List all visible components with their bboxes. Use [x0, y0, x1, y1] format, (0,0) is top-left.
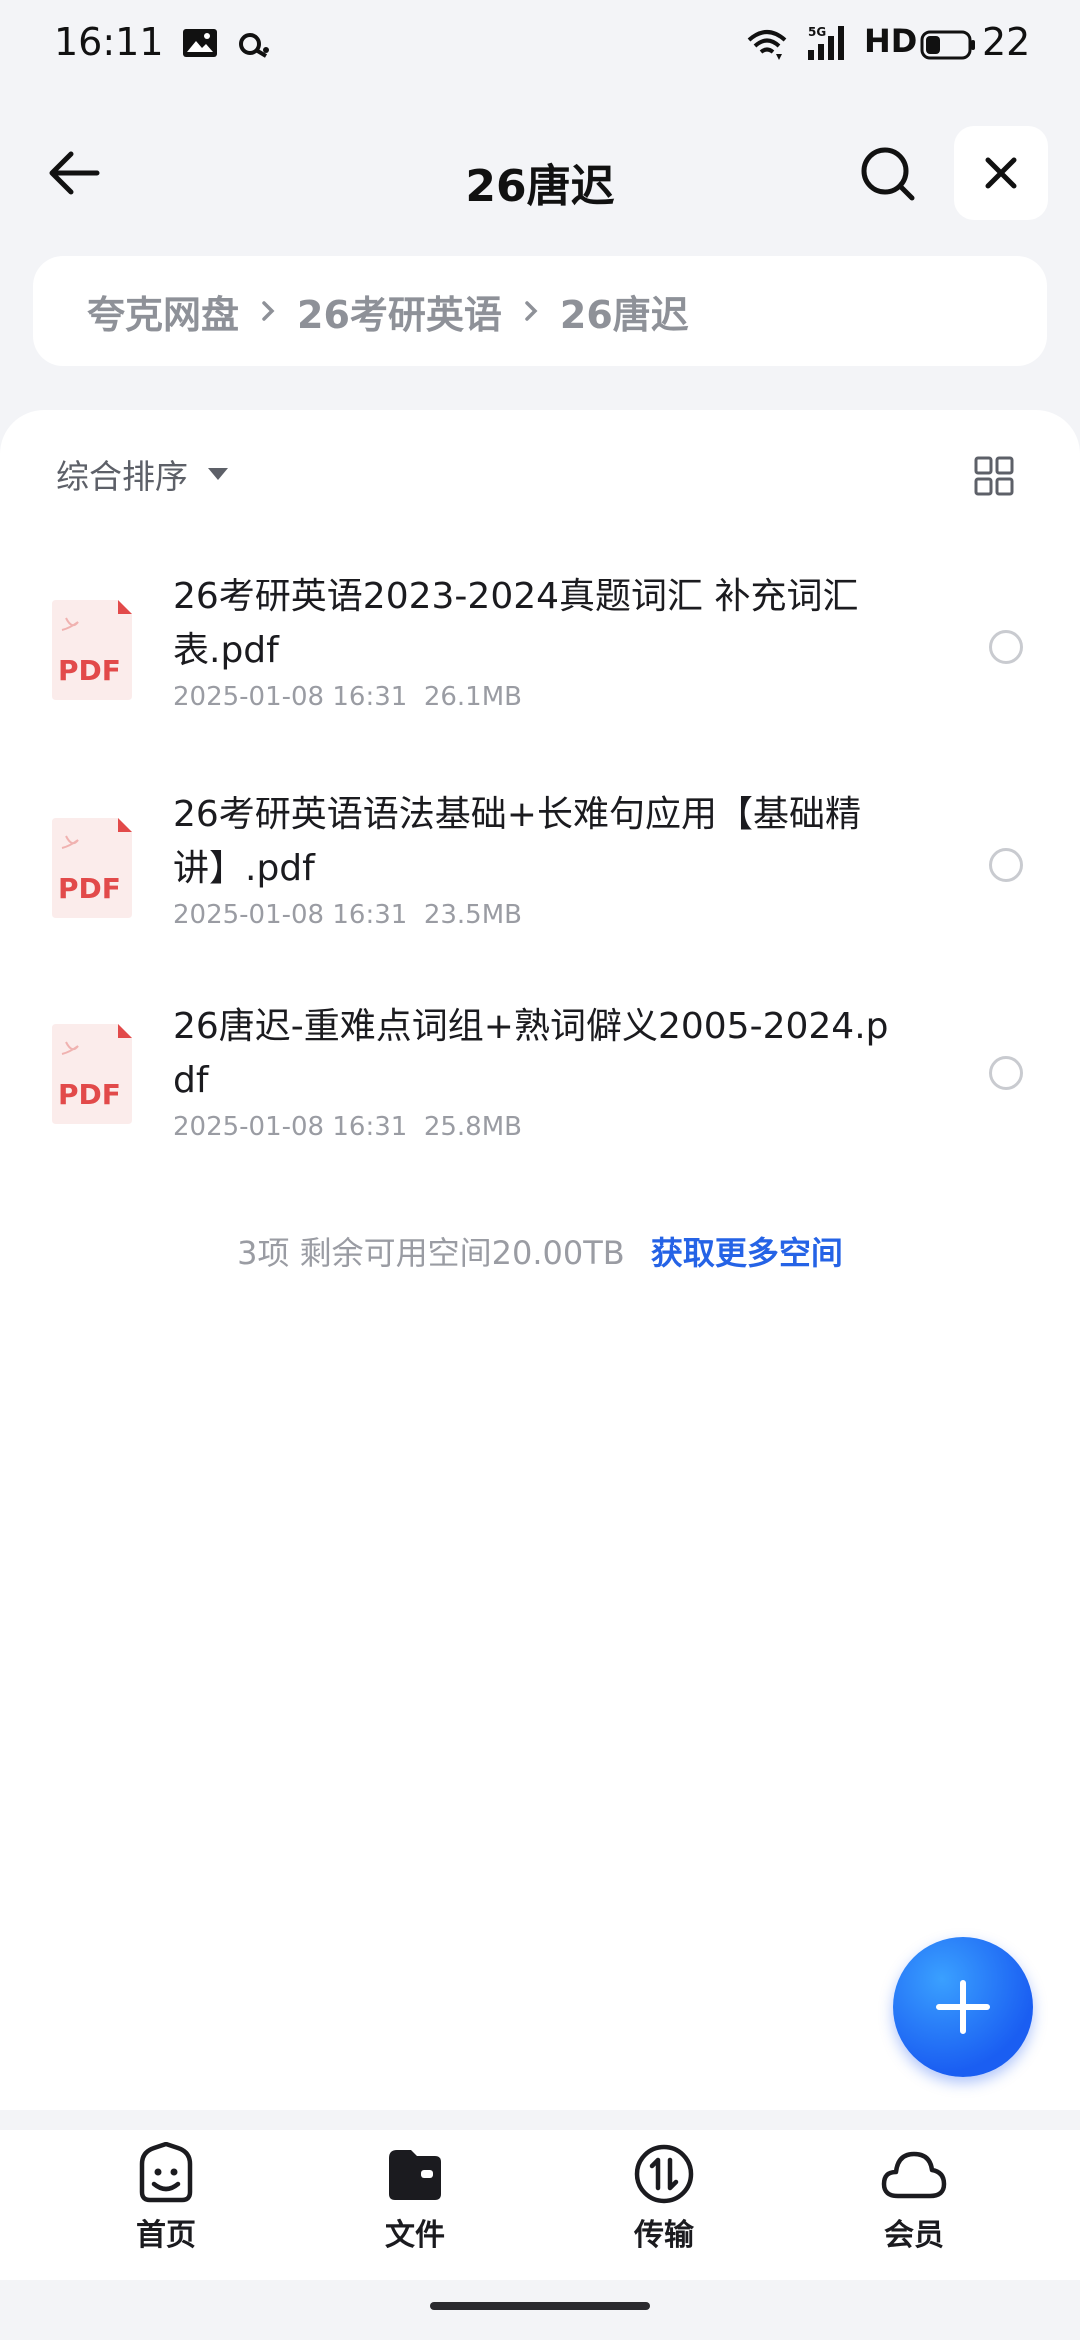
file-size: 26.1MB [423, 682, 522, 712]
top-bar: 26唐迟 [0, 120, 1080, 240]
folder-icon [389, 2150, 441, 2200]
breadcrumb: 夸克网盘 26考研英语 26唐迟 [33, 256, 1047, 366]
nav-item-transfer[interactable]: 传输 [584, 2142, 744, 2254]
wifi-icon [746, 28, 788, 66]
status-time: 16:11 [54, 20, 164, 64]
svg-text:5G: 5G [808, 25, 826, 39]
breadcrumb-item-parent[interactable]: 26考研英语 [297, 284, 502, 339]
plus-icon [936, 1980, 990, 2034]
file-size: 25.8MB [423, 1112, 522, 1142]
file-panel: 综合排序 PDF 26考研英语2023-2024真题词汇 补充词汇表.pdf 2… [0, 410, 1080, 2110]
sort-dropdown[interactable]: 综合排序 [56, 450, 228, 498]
link-notification-icon [236, 28, 272, 64]
file-size: 23.5MB [423, 900, 522, 930]
breadcrumb-item-root[interactable]: 夸克网盘 [87, 284, 239, 339]
pdf-icon: PDF [52, 1024, 132, 1124]
storage-summary-text: 3项 剩余可用空间20.00TB [237, 1234, 625, 1272]
select-radio[interactable] [989, 1056, 1023, 1090]
close-icon [985, 157, 1017, 189]
file-meta: 2025-01-08 16:31 23.5MB [173, 900, 903, 930]
chevron-right-icon [524, 300, 538, 322]
file-name: 26考研英语语法基础+长难句应用【基础精讲】.pdf [173, 794, 861, 889]
nav-label: 首页 [136, 2218, 196, 2253]
select-radio[interactable] [989, 630, 1023, 664]
nav-item-home[interactable]: 首页 [86, 2142, 246, 2254]
sort-label: 综合排序 [56, 457, 188, 496]
svg-text:PDF: PDF [58, 872, 121, 905]
transfer-icon [634, 2144, 694, 2204]
nav-label: 会员 [884, 2218, 944, 2253]
pdf-icon: PDF [52, 818, 132, 918]
file-date: 2025-01-08 16:31 [173, 1112, 408, 1142]
gallery-notification-icon [182, 28, 218, 62]
select-radio[interactable] [989, 848, 1023, 882]
grid-icon [974, 456, 1014, 496]
cloud-icon [881, 2151, 947, 2199]
battery-level: 22 [982, 20, 1031, 64]
pdf-icon: PDF [52, 600, 132, 700]
svg-text:PDF: PDF [58, 654, 121, 687]
file-meta: 2025-01-08 16:31 26.1MB [173, 682, 903, 712]
home-smile-icon [139, 2142, 193, 2203]
chevron-right-icon [261, 300, 275, 322]
file-date: 2025-01-08 16:31 [173, 900, 408, 930]
search-icon [861, 147, 915, 201]
nav-item-files[interactable]: 文件 [335, 2142, 495, 2254]
add-button[interactable] [893, 1937, 1033, 2077]
breadcrumb-item-current[interactable]: 26唐迟 [560, 284, 689, 339]
home-indicator[interactable] [430, 2302, 650, 2310]
caret-down-icon [208, 468, 228, 480]
file-date: 2025-01-08 16:31 [173, 682, 408, 712]
file-name: 26唐迟-重难点词组+熟词僻义2005-2024.pdf [173, 1006, 889, 1101]
battery-icon [920, 30, 976, 64]
storage-summary: 3项 剩余可用空间20.00TB 获取更多空间 [0, 1228, 1080, 1274]
nav-label: 文件 [385, 2218, 445, 2253]
status-bar: 16:11 5G HD 22 [0, 0, 1080, 92]
hd-indicator: HD [864, 22, 918, 60]
signal-5g-icon: 5G [806, 24, 854, 66]
get-more-space-link[interactable]: 获取更多空间 [651, 1234, 843, 1272]
svg-text:PDF: PDF [58, 1078, 121, 1111]
nav-label: 传输 [634, 2218, 694, 2253]
search-button[interactable] [852, 138, 924, 210]
nav-item-vip[interactable]: 会员 [834, 2142, 994, 2254]
bottom-nav: 首页 文件 传输 会员 [0, 2130, 1080, 2280]
grid-view-toggle[interactable] [974, 456, 1014, 496]
file-meta: 2025-01-08 16:31 25.8MB [173, 1112, 903, 1142]
file-name: 26考研英语2023-2024真题词汇 补充词汇表.pdf [173, 576, 859, 671]
close-button[interactable] [954, 126, 1048, 220]
